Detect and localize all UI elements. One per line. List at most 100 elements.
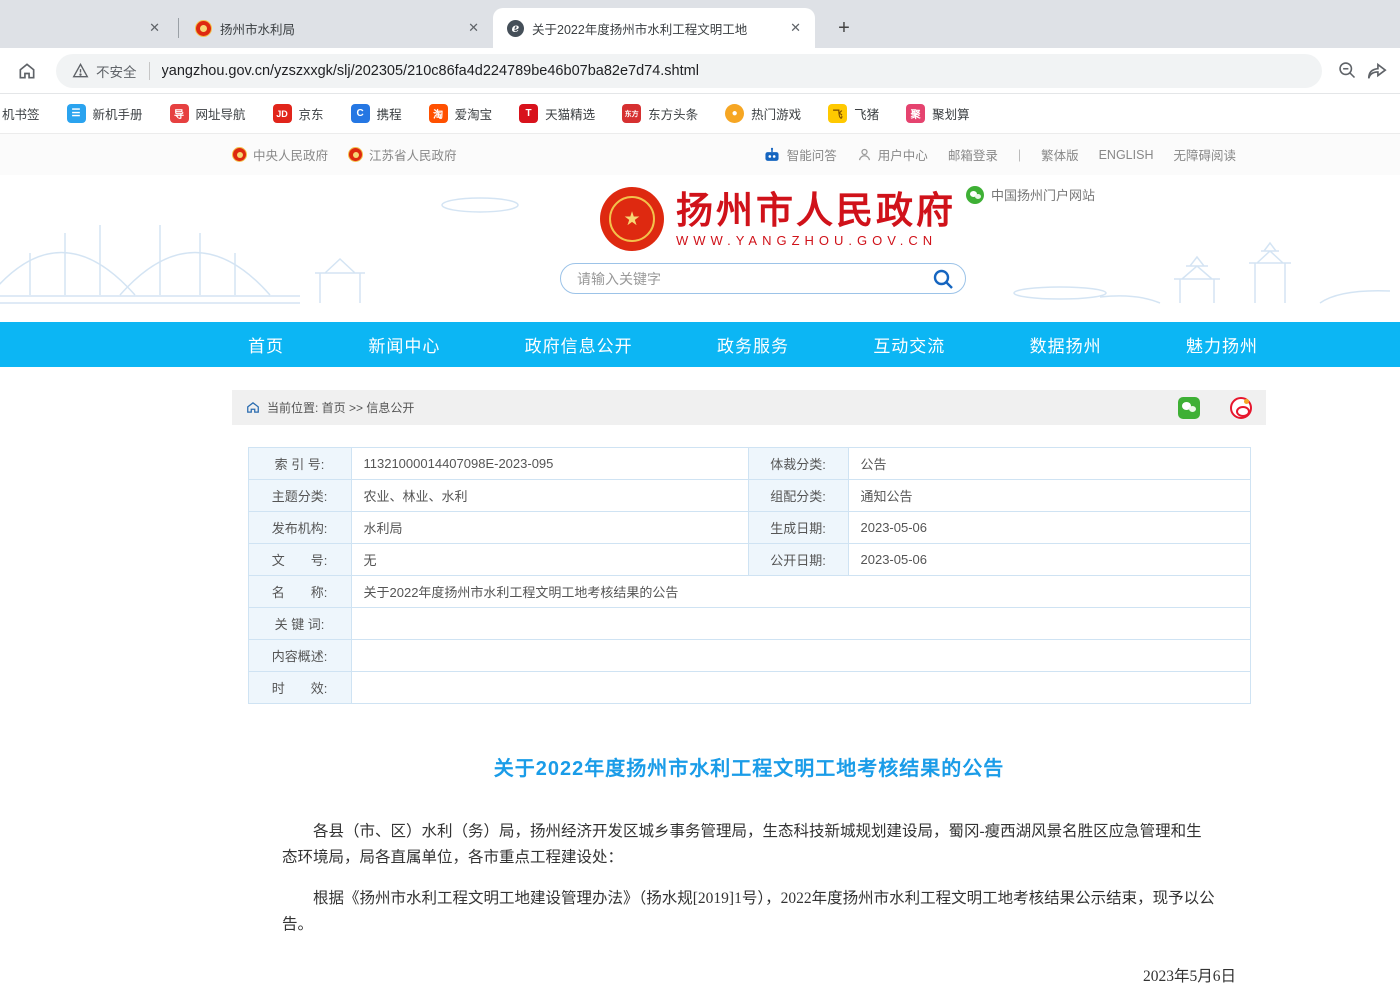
gov-emblem-icon <box>232 147 247 162</box>
table-row: 关 键 词: <box>248 608 1250 640</box>
bookmark-label: 网址导航 <box>196 104 246 123</box>
tab-partial[interactable]: ✕ <box>0 8 178 48</box>
browser-toolbar: 不安全 yangzhou.gov.cn/yzszxxgk/slj/202305/… <box>0 48 1400 94</box>
bookmark-item[interactable]: 飞 飞猪 <box>828 104 879 123</box>
home-icon[interactable] <box>12 56 42 86</box>
breadcrumb-text[interactable]: 当前位置: 首页 >> 信息公开 <box>267 399 414 416</box>
link-english[interactable]: ENGLISH <box>1099 148 1154 162</box>
bookmark-label: 飞猪 <box>854 104 879 123</box>
bookmark-favicon-icon: 飞 <box>828 104 847 123</box>
link-accessibility[interactable]: 无障碍阅读 <box>1173 145 1236 164</box>
close-icon[interactable]: ✕ <box>145 18 164 38</box>
bookmark-item[interactable]: ☰ 新机手册 <box>67 104 143 123</box>
bookmark-item[interactable]: 机书签 <box>2 104 40 123</box>
tab-shuiliju[interactable]: 扬州市水利局 ✕ <box>179 8 493 48</box>
bookmark-item[interactable]: 聚 聚划算 <box>906 104 970 123</box>
table-row: 内容概述: <box>248 640 1250 672</box>
bookmark-item[interactable]: C 携程 <box>351 104 402 123</box>
address-bar[interactable]: 不安全 yangzhou.gov.cn/yzszxxgk/slj/202305/… <box>56 54 1322 88</box>
share-icon[interactable] <box>1362 56 1392 86</box>
nav-item-data[interactable]: 数据扬州 <box>1030 332 1102 357</box>
meta-value: 无 <box>351 544 748 576</box>
bookmark-label: 京东 <box>299 104 324 123</box>
bookmark-favicon-icon: 东方 <box>622 104 641 123</box>
search-input[interactable] <box>577 271 931 287</box>
meta-value <box>351 608 1250 640</box>
warning-icon <box>72 63 89 78</box>
new-tab-button[interactable]: + <box>831 15 857 41</box>
weibo-share-icon[interactable] <box>1230 397 1252 419</box>
table-row: 时 效: <box>248 672 1250 704</box>
nav-item-home[interactable]: 首页 <box>248 332 284 357</box>
meta-value: 2023-05-06 <box>848 512 1250 544</box>
bookmark-label: 机书签 <box>2 104 40 123</box>
meta-label: 内容概述: <box>248 640 351 672</box>
link-jiangsu-gov[interactable]: 江苏省人民政府 <box>348 145 457 164</box>
bookmark-label: 聚划算 <box>932 104 970 123</box>
bookmark-label: 天猫精选 <box>545 104 595 123</box>
user-icon <box>857 147 872 162</box>
meta-label: 生成日期: <box>748 512 848 544</box>
breadcrumb: 当前位置: 首页 >> 信息公开 <box>232 390 1266 425</box>
security-label: 不安全 <box>96 61 137 81</box>
link-traditional[interactable]: 繁体版 <box>1041 145 1079 164</box>
gov-link-label: 中央人民政府 <box>253 145 328 164</box>
robot-icon <box>763 147 781 163</box>
meta-label: 时 效: <box>248 672 351 704</box>
url-text[interactable]: yangzhou.gov.cn/yzszxxgk/slj/202305/210c… <box>162 63 699 79</box>
link-user-center[interactable]: 用户中心 <box>857 145 928 164</box>
link-smart-qa[interactable]: 智能问答 <box>763 145 837 164</box>
bookmark-item[interactable]: 东方 东方头条 <box>622 104 698 123</box>
metadata-table: 索 引 号: 11321000014407098E-2023-095 体裁分类:… <box>248 447 1251 704</box>
close-icon[interactable]: ✕ <box>786 18 805 38</box>
meta-label: 发布机构: <box>248 512 351 544</box>
nav-item-charm[interactable]: 魅力扬州 <box>1186 332 1258 357</box>
divider: | <box>1018 148 1021 162</box>
wechat-share-icon[interactable] <box>1178 397 1200 419</box>
bookmark-item[interactable]: 导 网址导航 <box>170 104 246 123</box>
site-logo[interactable]: ★ 扬州市人民政府 WWW.YANGZHOU.GOV.CN <box>600 187 956 251</box>
link-mail-login[interactable]: 邮箱登录 <box>948 145 998 164</box>
link-central-gov[interactable]: 中央人民政府 <box>232 145 328 164</box>
bookmark-favicon-icon: ● <box>725 104 744 123</box>
page-favicon-icon: e <box>507 20 524 37</box>
tab-title: 关于2022年度扬州市水利工程文明工地 <box>532 19 778 38</box>
search-icon[interactable] <box>931 267 955 291</box>
bookmark-item[interactable]: 淘 爱淘宝 <box>429 104 493 123</box>
gov-tool-label: 智能问答 <box>787 145 837 164</box>
home-icon[interactable] <box>246 401 260 414</box>
table-row: 发布机构: 水利局 生成日期: 2023-05-06 <box>248 512 1250 544</box>
close-icon[interactable]: ✕ <box>464 18 483 38</box>
nav-item-news[interactable]: 新闻中心 <box>368 332 440 357</box>
site-search[interactable] <box>560 263 966 294</box>
meta-label: 组配分类: <box>748 480 848 512</box>
nav-item-info-disclosure[interactable]: 政府信息公开 <box>525 332 633 357</box>
site-url: WWW.YANGZHOU.GOV.CN <box>676 233 956 248</box>
meta-label: 文 号: <box>248 544 351 576</box>
tab-active-announcement[interactable]: e 关于2022年度扬州市水利工程文明工地 ✕ <box>493 8 815 48</box>
portal-label: 中国扬州门户网站 <box>991 185 1095 204</box>
bookmark-favicon-icon: ☰ <box>67 104 86 123</box>
gov-emblem-icon <box>195 20 212 37</box>
bookmark-favicon-icon: JD <box>273 104 292 123</box>
security-chip[interactable]: 不安全 <box>72 61 137 81</box>
portal-link[interactable]: 中国扬州门户网站 <box>966 185 1095 204</box>
bookmark-favicon-icon: T <box>519 104 538 123</box>
zoom-out-icon[interactable] <box>1332 56 1362 86</box>
bookmark-label: 新机手册 <box>93 104 143 123</box>
nav-item-services[interactable]: 政务服务 <box>717 332 789 357</box>
bookmark-item[interactable]: ● 热门游戏 <box>725 104 801 123</box>
meta-value: 通知公告 <box>848 480 1250 512</box>
meta-value: 农业、林业、水利 <box>351 480 748 512</box>
meta-value: 2023-05-06 <box>848 544 1250 576</box>
bookmark-label: 热门游戏 <box>751 104 801 123</box>
gov-emblem-icon <box>348 147 363 162</box>
gov-tool-label: 用户中心 <box>878 145 928 164</box>
site-title: 扬州市人民政府 <box>676 191 956 231</box>
bookmark-item[interactable]: JD 京东 <box>273 104 324 123</box>
meta-label: 关 键 词: <box>248 608 351 640</box>
bookmark-item[interactable]: T 天猫精选 <box>519 104 595 123</box>
table-row: 文 号: 无 公开日期: 2023-05-06 <box>248 544 1250 576</box>
meta-value: 关于2022年度扬州市水利工程文明工地考核结果的公告 <box>351 576 1250 608</box>
nav-item-interaction[interactable]: 互动交流 <box>873 332 945 357</box>
